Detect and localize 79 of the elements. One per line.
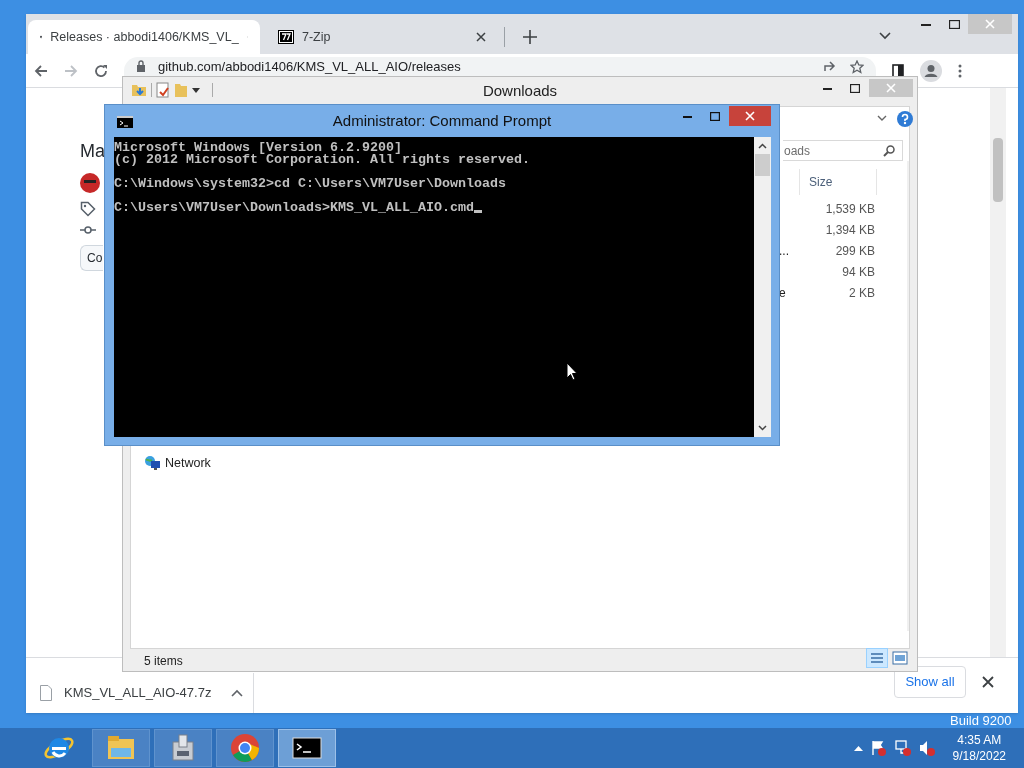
taskbar-button[interactable] — [278, 729, 336, 767]
caret-up-icon[interactable] — [853, 745, 863, 751]
nav-item[interactable]: Network — [144, 454, 211, 473]
chevron-down-icon[interactable] — [877, 115, 887, 122]
search-icon[interactable] — [883, 145, 895, 157]
mouse-pointer-icon — [566, 362, 578, 381]
download-filename: KMS_VL_ALL_AIO-47.7z — [64, 684, 212, 703]
close-button[interactable] — [729, 106, 771, 126]
avatar-icon — [80, 173, 100, 193]
file-size: 1,539 KB — [824, 201, 875, 218]
scrollbar-thumb[interactable] — [993, 138, 1003, 202]
window-title: Administrator: Command Prompt — [332, 110, 552, 131]
commit-icon — [80, 225, 96, 235]
minimize-icon[interactable] — [921, 22, 931, 26]
dropdown-icon[interactable] — [192, 86, 200, 94]
maximize-icon[interactable] — [948, 19, 960, 29]
maximize-icon[interactable] — [710, 111, 720, 121]
share-icon[interactable] — [824, 60, 838, 72]
search-field[interactable]: oads — [783, 140, 903, 161]
file-icon — [40, 685, 52, 701]
console-icon — [117, 116, 133, 128]
volume-muted-icon[interactable] — [918, 740, 935, 756]
window-title: Downloads — [482, 81, 558, 102]
file-name-text: e — [779, 285, 786, 302]
scroll-up-icon[interactable] — [758, 143, 767, 149]
taskbar-button[interactable] — [154, 729, 212, 767]
more-menu-icon[interactable] — [958, 63, 962, 78]
text-cursor — [473, 210, 482, 213]
console-line: Microsoft Windows [Version 6.2.9200] — [114, 142, 402, 154]
help-icon[interactable] — [897, 111, 913, 127]
console-area[interactable]: Microsoft Windows [Version 6.2.9200] (c) 2012 Microsoft Corporation. All rights reserved. C:\Windows\system32>cd C:\Users\VM7User\Downloads C:\Users\VM7User\Downloads>KMS_VL_ALL_AIO.cmd — [114, 137, 754, 437]
scrollbar-thumb[interactable] — [755, 154, 770, 176]
network-icon — [144, 455, 161, 472]
maximize-icon[interactable] — [850, 83, 860, 93]
chevron-up-icon[interactable] — [231, 689, 244, 697]
show-all-button[interactable]: Show all — [894, 666, 966, 698]
folder-icon[interactable] — [131, 82, 147, 98]
column-header[interactable]: Size — [799, 169, 877, 195]
file-size: 2 KB — [848, 285, 875, 302]
tab-title: Releases · abbodi1406/KMS_VL_ — [50, 28, 239, 46]
address-bar[interactable]: github.com/abbodi1406/KMS_VL_ALL_AIO/releases — [124, 57, 876, 76]
7zip-icon — [278, 30, 294, 44]
browser-tab[interactable]: Releases · abbodi1406/KMS_VL_ — [28, 20, 260, 54]
large-icons-view-icon[interactable] — [890, 648, 910, 668]
action-center-flag-icon[interactable] — [870, 740, 887, 756]
back-icon[interactable] — [34, 63, 48, 78]
lock-icon — [136, 60, 146, 72]
reload-icon[interactable] — [94, 63, 108, 78]
chevron-down-icon[interactable] — [879, 32, 891, 40]
network-icon[interactable] — [894, 740, 911, 756]
clock-date[interactable]: 9/18/2022 — [952, 748, 1006, 764]
download-item[interactable]: KMS_VL_ALL_AIO-47.7z — [26, 673, 254, 713]
file-name-text: ... — [779, 243, 789, 260]
tab-title: 7-Zip — [302, 28, 332, 46]
console-line: C:\Windows\system32>cd C:\Users\VM7User\Downloads — [114, 178, 506, 190]
minimize-icon[interactable] — [682, 114, 692, 118]
file-size: 1,394 KB — [824, 222, 875, 239]
new-tab-icon[interactable] — [523, 30, 537, 44]
properties-icon[interactable] — [156, 82, 170, 98]
profile-icon[interactable] — [920, 59, 942, 82]
sidebar-icon[interactable] — [892, 63, 904, 78]
browser-tab[interactable]: 7-Zip — [266, 20, 498, 54]
minimize-icon[interactable] — [822, 86, 832, 90]
scroll-down-icon[interactable] — [758, 425, 767, 431]
console-line: (c) 2012 Microsoft Corporation. All rights reserved. — [114, 154, 530, 166]
status-text: 5 items — [144, 653, 183, 670]
nav-label: Network — [165, 455, 211, 472]
compare-button[interactable]: Co — [80, 245, 103, 271]
tag-icon — [80, 201, 96, 217]
release-heading: Ma — [80, 140, 105, 163]
build-label: Build 9200 — [950, 713, 1012, 728]
file-size: 94 KB — [841, 264, 875, 281]
url-text: github.com/abbodi1406/KMS_VL_ALL_AIO/releases — [158, 60, 462, 74]
file-size: 299 KB — [834, 243, 875, 260]
console-line: C:\Users\VM7User\Downloads>KMS_VL_ALL_AIO.cmd — [114, 202, 474, 214]
details-view-icon[interactable] — [866, 648, 888, 668]
chrome-icon — [229, 732, 261, 764]
star-icon[interactable] — [850, 60, 864, 74]
clock-time[interactable]: 4:35 AM — [957, 732, 1002, 748]
